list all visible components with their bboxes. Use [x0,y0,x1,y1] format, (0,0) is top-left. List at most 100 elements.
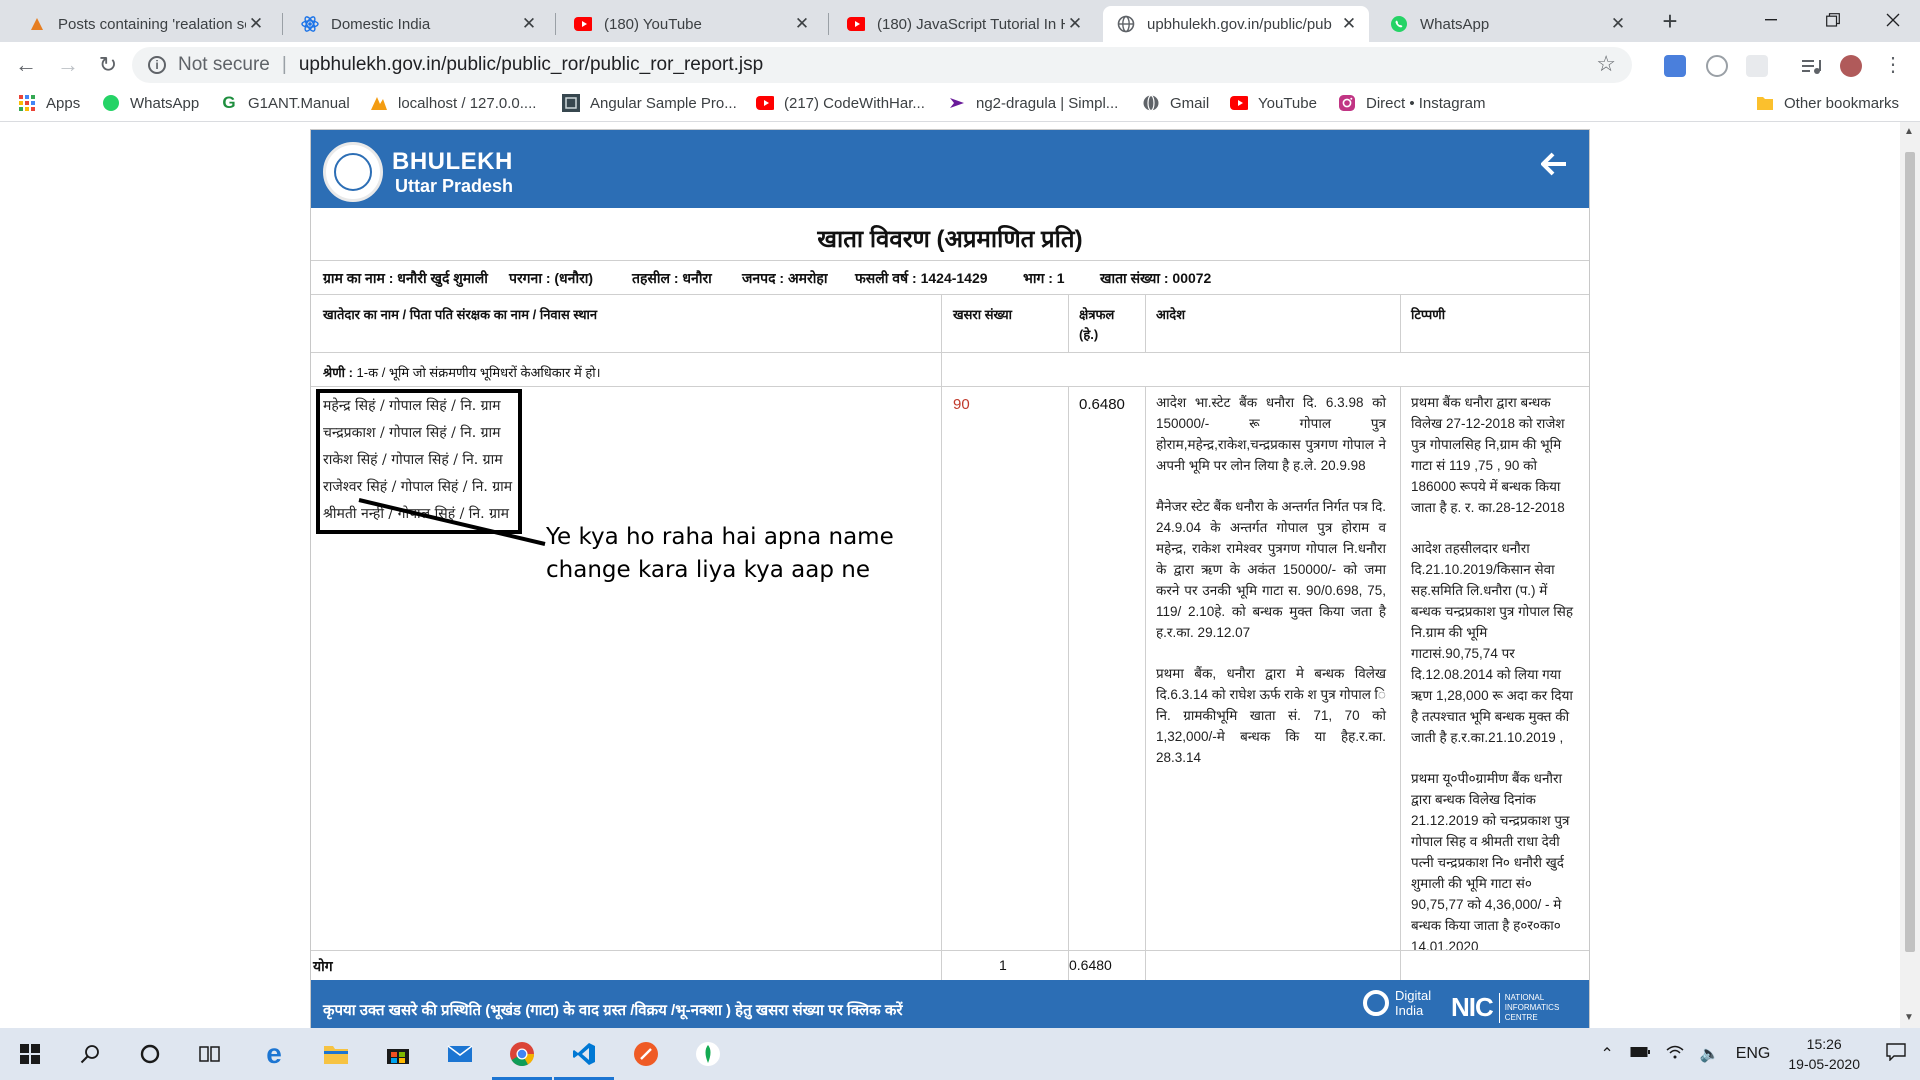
up-emblem-logo [323,142,383,202]
area-value: 0.6480 [1079,396,1125,413]
url-text[interactable]: upbhulekh.gov.in/public/public_ror/publi… [299,54,763,76]
bookmark-label: (217) CodeWithHar... [784,94,925,112]
system-tray: ⌃ 🔈 ENG 15:26 19-05-2020 [1592,1028,1920,1080]
bookmark-label: Gmail [1170,94,1210,112]
close-icon[interactable]: ✕ [519,14,539,34]
translate-extension-icon[interactable] [1664,55,1686,77]
new-tab-button[interactable]: + [1656,8,1684,36]
category-row: श्रेणी : 1-क / भूमि जो संक्रमणीय भूमिधरो… [323,363,601,381]
close-icon[interactable]: ✕ [1065,14,1085,34]
bookmark-whatsapp[interactable]: WhatsApp [102,94,199,112]
col-owner: खातेदार का नाम / पिता पति संरक्षक का नाम… [323,307,598,322]
bookmark-instagram[interactable]: Direct • Instagram [1338,94,1485,112]
browser-tab-6[interactable]: WhatsApp ✕ [1376,6,1638,42]
close-icon[interactable]: ✕ [246,14,266,34]
angular-icon [562,94,580,112]
cortana-button[interactable] [120,1028,180,1080]
chrome-app[interactable] [492,1028,552,1080]
start-button[interactable] [0,1028,60,1080]
tab-strip: Posts containing 'realation sc ✕ Domesti… [0,0,1920,42]
col-order: आदेश [1156,307,1186,322]
browser-tab-active[interactable]: upbhulekh.gov.in/public/pub ✕ [1103,6,1369,42]
back-arrow-icon[interactable] [1540,150,1567,184]
category-label: श्रेणी : [323,365,353,380]
store-icon [387,1049,409,1064]
browser-tab-4[interactable]: (180) JavaScript Tutorial In H ✕ [833,6,1095,42]
browser-tab-3[interactable]: (180) YouTube ✕ [560,6,822,42]
part-number: भाग : 1 [1023,270,1065,286]
globe-icon [1117,15,1135,33]
bookmark-apps[interactable]: Apps [18,94,80,112]
volume-icon[interactable]: 🔈 [1700,1044,1720,1064]
task-view-icon [199,1046,220,1062]
bookmark-youtube[interactable]: YouTube [1230,94,1317,112]
digital-india-label: Digital India [1395,988,1432,1018]
network-icon[interactable] [1666,1045,1684,1064]
profile-avatar[interactable] [1840,55,1862,77]
district: जनपद : अमरोहा [742,270,828,286]
mongodb-compass-app[interactable] [678,1028,738,1080]
media-control-icon[interactable] [1800,55,1822,77]
star-icon[interactable]: ☆ [1596,51,1616,77]
extension-icon[interactable] [1706,55,1728,77]
scroll-thumb[interactable] [1905,152,1915,952]
bookmark-g1ant[interactable]: G G1ANT.Manual [220,93,349,112]
postman-app[interactable] [616,1028,676,1080]
mail-app[interactable] [430,1028,490,1080]
back-button[interactable]: ← [10,50,42,80]
browser-tab-2[interactable]: Domestic India ✕ [287,6,549,42]
annotation-note: Ye kya ho raha hai apna name change kara… [546,524,894,583]
nic-full-name: NATIONAL INFORMATICS CENTRE [1498,992,1559,1023]
bookmark-angular[interactable]: Angular Sample Pro... [562,94,737,112]
site-brand: BHULEKH Uttar Pradesh [392,148,513,197]
close-icon[interactable]: ✕ [792,14,812,34]
browser-tab-1[interactable]: Posts containing 'realation sc ✕ [14,6,276,42]
postman-icon [634,1042,658,1066]
address-bar[interactable]: i Not secure | upbhulekh.gov.in/public/p… [132,47,1632,83]
close-icon[interactable]: ✕ [1608,14,1628,34]
minimize-button[interactable] [1748,0,1794,40]
tab-divider [282,13,283,35]
maximize-button[interactable] [1810,0,1856,40]
mail-icon [447,1045,473,1062]
bookmark-dragula[interactable]: ng2-dragula | Simpl... [948,94,1118,112]
chevron-up-icon[interactable]: ⌃ [1600,1044,1613,1064]
bookmark-gmail[interactable]: Gmail [1142,94,1209,112]
bookmark-label: Direct • Instagram [1366,94,1486,112]
annotation-arrow [358,498,546,546]
bookmark-codewithharry[interactable]: (217) CodeWithHar... [756,94,925,112]
store-app[interactable] [368,1028,428,1080]
close-window-button[interactable] [1870,0,1916,40]
extension-icon[interactable] [1746,55,1768,77]
menu-dots-icon[interactable]: ⋮ [1882,55,1904,77]
reload-icon: ↻ [98,52,118,77]
other-bookmarks[interactable]: Other bookmarks [1756,94,1899,112]
language-indicator[interactable]: ENG [1736,1045,1771,1063]
forward-button[interactable]: → [52,50,84,80]
security-label: Not secure [178,54,270,75]
search-button[interactable] [60,1028,120,1080]
edge-app[interactable]: e [244,1028,304,1080]
bookmark-label: YouTube [1258,94,1317,112]
vertical-scrollbar[interactable]: ▲ ▼ [1900,122,1920,1028]
scroll-up-icon[interactable]: ▲ [1904,126,1914,137]
bookmark-localhost[interactable]: localhost / 127.0.0.... [370,94,536,112]
scroll-down-icon[interactable]: ▼ [1904,1012,1914,1023]
task-view-button[interactable] [180,1028,240,1080]
browser-toolbar: ← → ↻ i Not secure | upbhulekh.gov.in/pu… [0,42,1920,88]
pargana: परगना : (धनौरा) [509,270,594,286]
info-icon[interactable]: i [148,56,166,74]
battery-icon[interactable] [1630,1045,1650,1063]
col-area: क्षेत्रफल (हे.) [1079,307,1115,342]
order-entry: आदेश भा.स्टेट बैंक धनौरा दि. 6.3.98 को 1… [1156,395,1386,473]
vscode-app[interactable] [554,1028,614,1080]
close-icon[interactable]: ✕ [1339,14,1359,34]
khasra-number-link[interactable]: 90 [953,396,970,413]
reload-button[interactable]: ↻ [92,50,124,80]
notification-icon[interactable] [1886,1042,1906,1066]
file-explorer-app[interactable] [306,1028,366,1080]
system-clock[interactable]: 15:26 19-05-2020 [1788,1034,1860,1074]
category-text: 1-क / भूमि जो संक्रमणीय भूमिधरों केअधिका… [352,365,601,380]
folder-icon [1756,94,1774,112]
page-viewport: BHULEKH Uttar Pradesh खाता विवरण (अप्रमा… [0,122,1900,1028]
